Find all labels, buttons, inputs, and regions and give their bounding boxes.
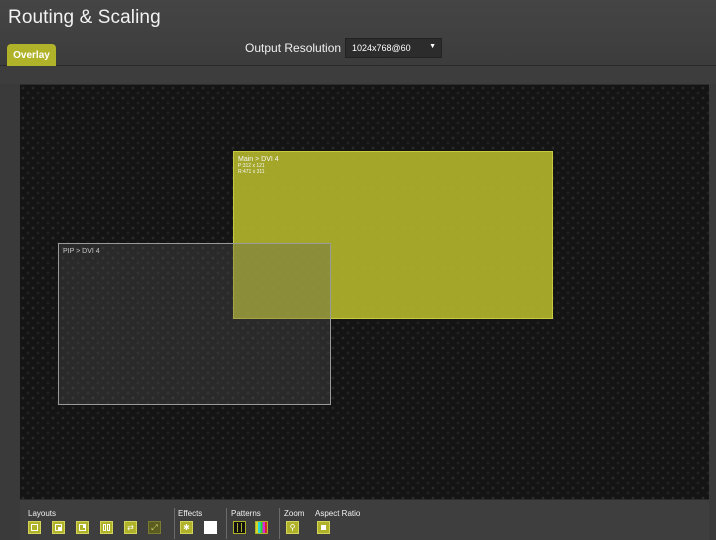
zoom-label: Zoom <box>284 509 305 518</box>
page-title: Routing & Scaling <box>8 7 161 28</box>
layout-pip-right-icon[interactable] <box>76 521 89 534</box>
zoom-group: Zoom ⚲ <box>284 500 312 540</box>
toolbar-divider <box>279 508 280 539</box>
layout-swap-icon[interactable]: ⇄ <box>124 521 137 534</box>
aspect-ratio-icon[interactable] <box>317 521 330 534</box>
pattern-color-bars-icon[interactable] <box>255 521 268 534</box>
top-bar: Routing & Scaling Overlay Output Resolut… <box>0 0 716 66</box>
pip-window[interactable]: PIP > DVI 4 <box>58 243 331 405</box>
effect-snowflake-icon[interactable]: ✱ <box>180 521 193 534</box>
layout-pip-corner-icon[interactable] <box>52 521 65 534</box>
routing-canvas[interactable]: Main > DVI 4 P:312 x 121 R:471 x 311 PIP… <box>20 84 709 499</box>
zoom-magnifier-icon[interactable]: ⚲ <box>286 521 299 534</box>
effect-white-box-icon[interactable] <box>204 521 217 534</box>
effects-group: Effects ✱ <box>178 500 226 540</box>
layout-custom-icon[interactable]: ⤢ <box>148 521 161 534</box>
bottom-toolbar: Layouts ⇄ ⤢ Effects ✱ Patterns Zoom ⚲ As… <box>20 499 709 540</box>
pip-window-label: PIP > DVI 4 <box>63 248 100 255</box>
main-window-title: Main > DVI 4 <box>238 156 279 163</box>
chevron-down-icon: ▼ <box>429 43 436 50</box>
layouts-label: Layouts <box>28 509 57 518</box>
aspect-ratio-group: Aspect Ratio <box>315 500 385 540</box>
toolbar-divider <box>174 508 175 539</box>
effects-label: Effects <box>178 509 203 518</box>
layouts-group: Layouts ⇄ ⤢ <box>28 500 178 540</box>
layout-side-by-side-icon[interactable] <box>100 521 113 534</box>
output-resolution-select[interactable]: 1024x768@60 ▼ <box>345 38 442 58</box>
pip-window-title: PIP > DVI 4 <box>63 248 100 255</box>
pattern-bars-icon[interactable] <box>233 521 246 534</box>
patterns-group: Patterns <box>231 500 281 540</box>
toolbar-divider <box>226 508 227 539</box>
layout-single-icon[interactable] <box>28 521 41 534</box>
aspect-ratio-label: Aspect Ratio <box>315 509 361 518</box>
output-resolution-value: 1024x768@60 <box>352 43 411 53</box>
main-window-label: Main > DVI 4 P:312 x 121 R:471 x 311 <box>238 156 279 175</box>
patterns-label: Patterns <box>231 509 261 518</box>
header-spacer <box>0 66 716 84</box>
tab-overlay[interactable]: Overlay <box>7 44 56 66</box>
main-window-resolution: R:471 x 311 <box>238 169 265 175</box>
output-resolution-label: Output Resolution <box>245 41 342 55</box>
